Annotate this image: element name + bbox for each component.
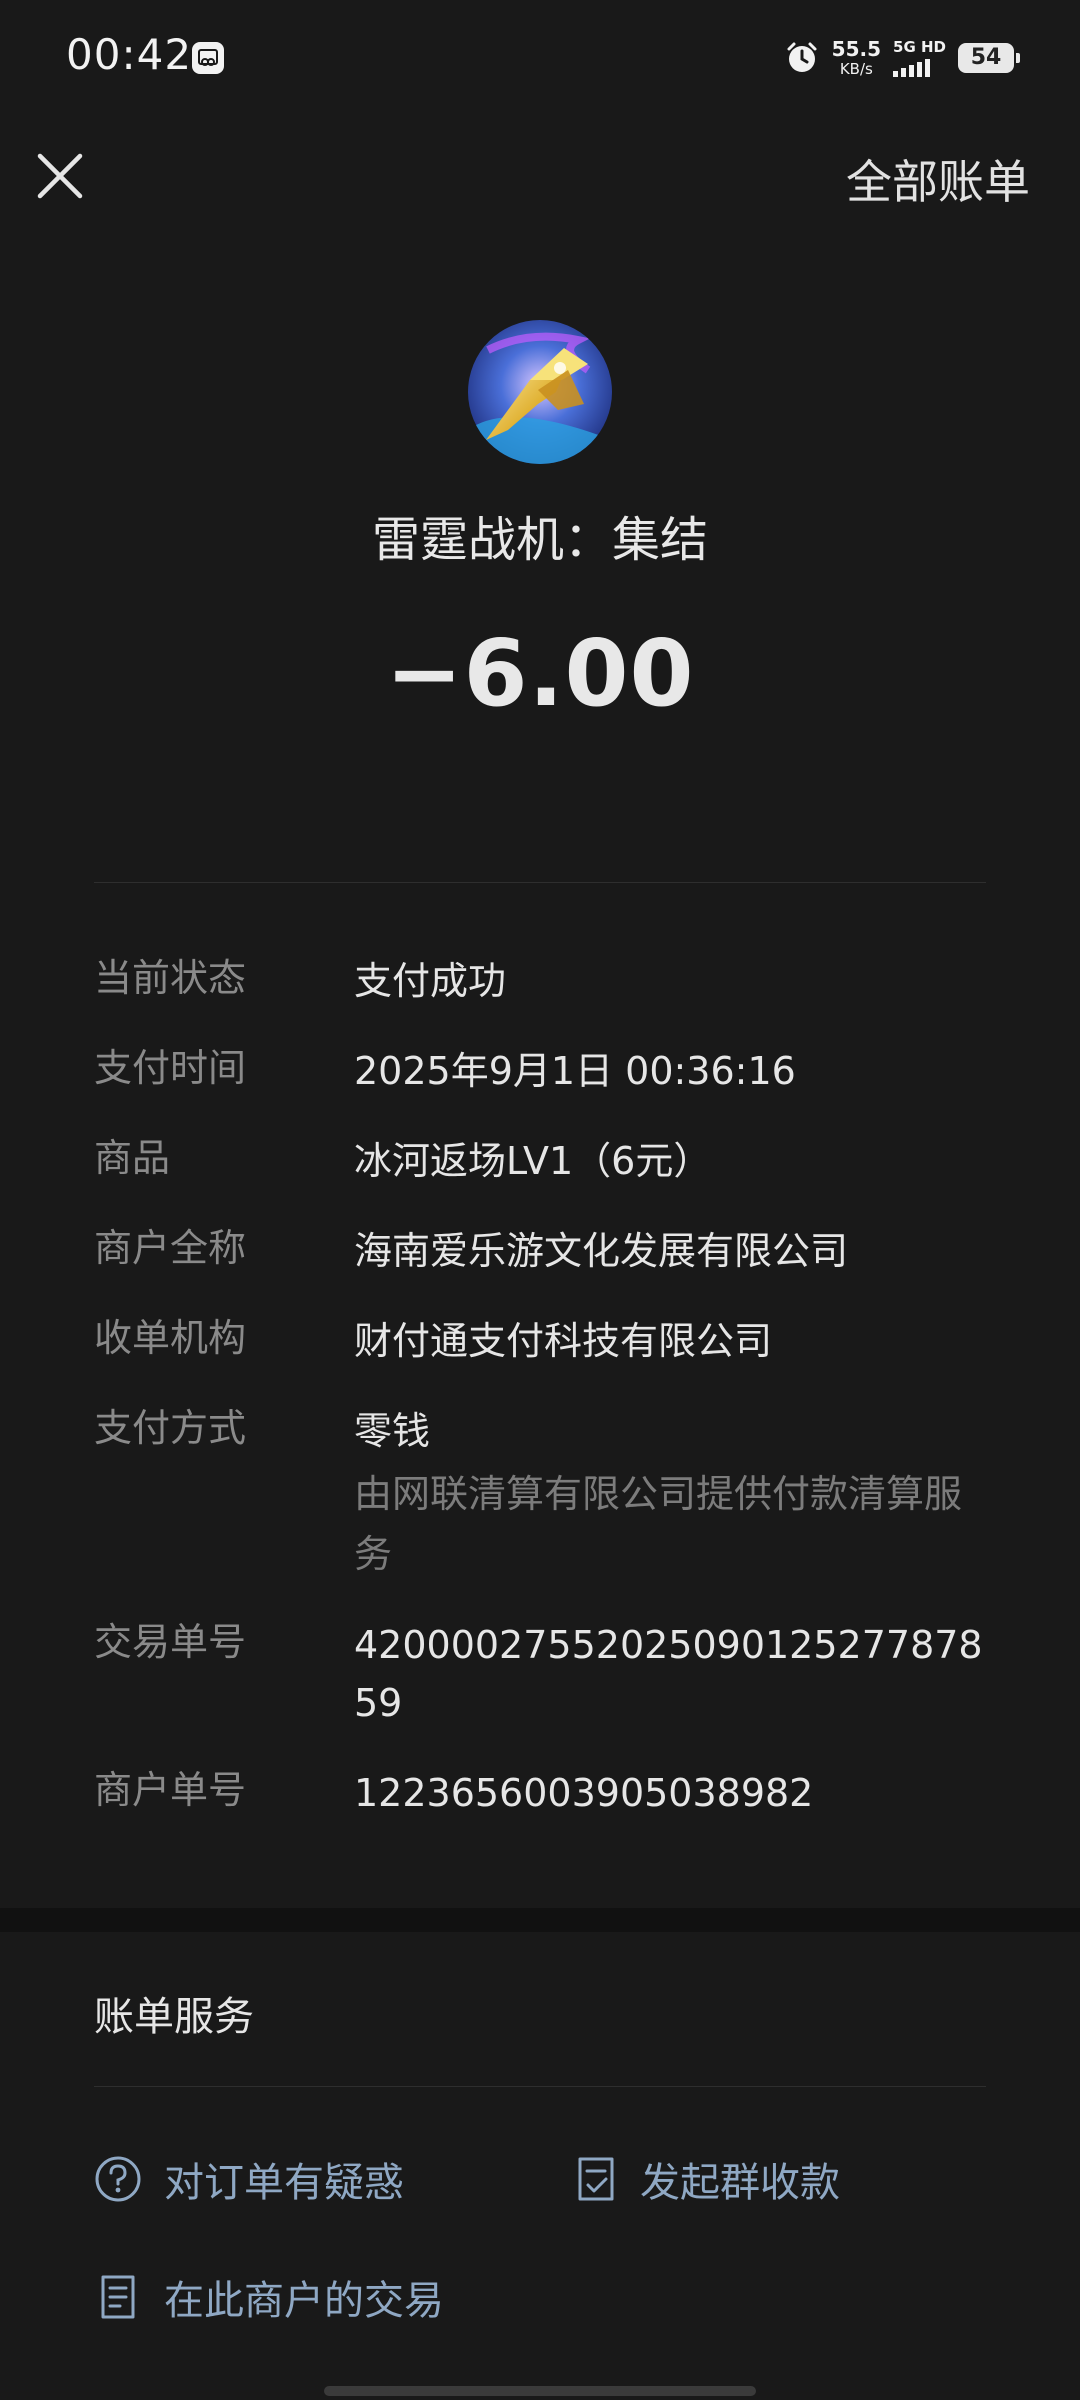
merchant-transactions-button[interactable]: 在此商户的交易 [94, 2268, 444, 2326]
document-list-icon [101, 2275, 135, 2319]
question-circle-icon [95, 2156, 141, 2202]
transaction-details: 当前状态 支付成功 支付时间 2025年9月1日 00:36:16 商品 冰河返… [94, 952, 994, 1854]
detail-row-pay-method: 支付方式 零钱 由网联清算有限公司提供付款清算服务 [94, 1402, 994, 1584]
detail-label: 交易单号 [94, 1620, 247, 1664]
detail-value: 2025年9月1日 00:36:16 [354, 1049, 796, 1093]
bill-service-title: 账单服务 [94, 1994, 254, 2040]
merchant-avatar [468, 320, 612, 464]
group-collect-icon [578, 2157, 614, 2201]
group-collect-label: 发起群收款 [640, 2160, 840, 2206]
group-collect-button[interactable]: 发起群收款 [574, 2150, 840, 2208]
detail-value: 零钱 由网联清算有限公司提供付款清算服务 [354, 1402, 994, 1584]
pay-method-value: 零钱 [354, 1409, 431, 1453]
detail-row-acquirer: 收单机构 财付通支付科技有限公司 [94, 1312, 994, 1370]
detail-label: 支付时间 [94, 1046, 247, 1090]
home-indicator[interactable] [324, 2386, 756, 2396]
close-icon[interactable] [30, 146, 90, 206]
detail-value: 冰河返场LV1（6元） [354, 1139, 712, 1183]
merchant-transactions-label: 在此商户的交易 [164, 2278, 444, 2324]
merchant-name: 雷霆战机：集结 [371, 512, 708, 568]
detail-label: 支付方式 [94, 1406, 247, 1450]
detail-label: 商户单号 [94, 1768, 247, 1812]
payment-amount: −6.00 [385, 620, 695, 727]
order-question-label: 对订单有疑惑 [164, 2160, 404, 2206]
detail-label: 商品 [94, 1136, 171, 1180]
detail-row-merchant-full-name: 商户全称 海南爱乐游文化发展有限公司 [94, 1222, 994, 1280]
section-separator [0, 1908, 1080, 1932]
merchant-order-number[interactable]: 1223656003905038982 [354, 1764, 994, 1822]
network-speed: 55.5 KB/s [831, 37, 882, 78]
detail-row-transaction-no: 交易单号 4200002755202509012527787859 [94, 1616, 994, 1732]
clearing-note: 由网联清算有限公司提供付款清算服务 [354, 1472, 963, 1576]
detail-row-product: 商品 冰河返场LV1（6元） [94, 1132, 994, 1190]
status-time: 00:42 [66, 30, 193, 79]
status-indicators: 55.5 KB/s 5G HD 54 [784, 36, 1020, 80]
all-bills-link[interactable]: 全部账单 [846, 146, 1030, 212]
app-notification-icon [192, 42, 224, 74]
detail-row-merchant-order-no: 商户单号 1223656003905038982 [94, 1764, 994, 1822]
detail-value: 支付成功 [354, 959, 507, 1003]
detail-value: 财付通支付科技有限公司 [354, 1319, 773, 1363]
transaction-number[interactable]: 4200002755202509012527787859 [354, 1616, 994, 1732]
battery-icon: 54 [958, 43, 1020, 73]
detail-label: 收单机构 [94, 1316, 247, 1360]
divider [94, 882, 986, 883]
signal-icon: 5G HD [893, 39, 946, 77]
detail-row-pay-time: 支付时间 2025年9月1日 00:36:16 [94, 1042, 994, 1100]
divider [94, 2086, 986, 2087]
status-bar: 00:42 55.5 KB/s 5G HD 54 [0, 0, 1080, 116]
detail-value: 海南爱乐游文化发展有限公司 [354, 1229, 849, 1273]
bill-detail-page: 00:42 55.5 KB/s 5G HD 54 全部账单 雷霆战机：集结 −6… [0, 0, 1080, 2400]
detail-label: 当前状态 [94, 956, 247, 1000]
detail-row-status: 当前状态 支付成功 [94, 952, 994, 1010]
alarm-icon [787, 42, 817, 72]
detail-label: 商户全称 [94, 1226, 247, 1270]
order-question-button[interactable]: 对订单有疑惑 [94, 2150, 404, 2208]
